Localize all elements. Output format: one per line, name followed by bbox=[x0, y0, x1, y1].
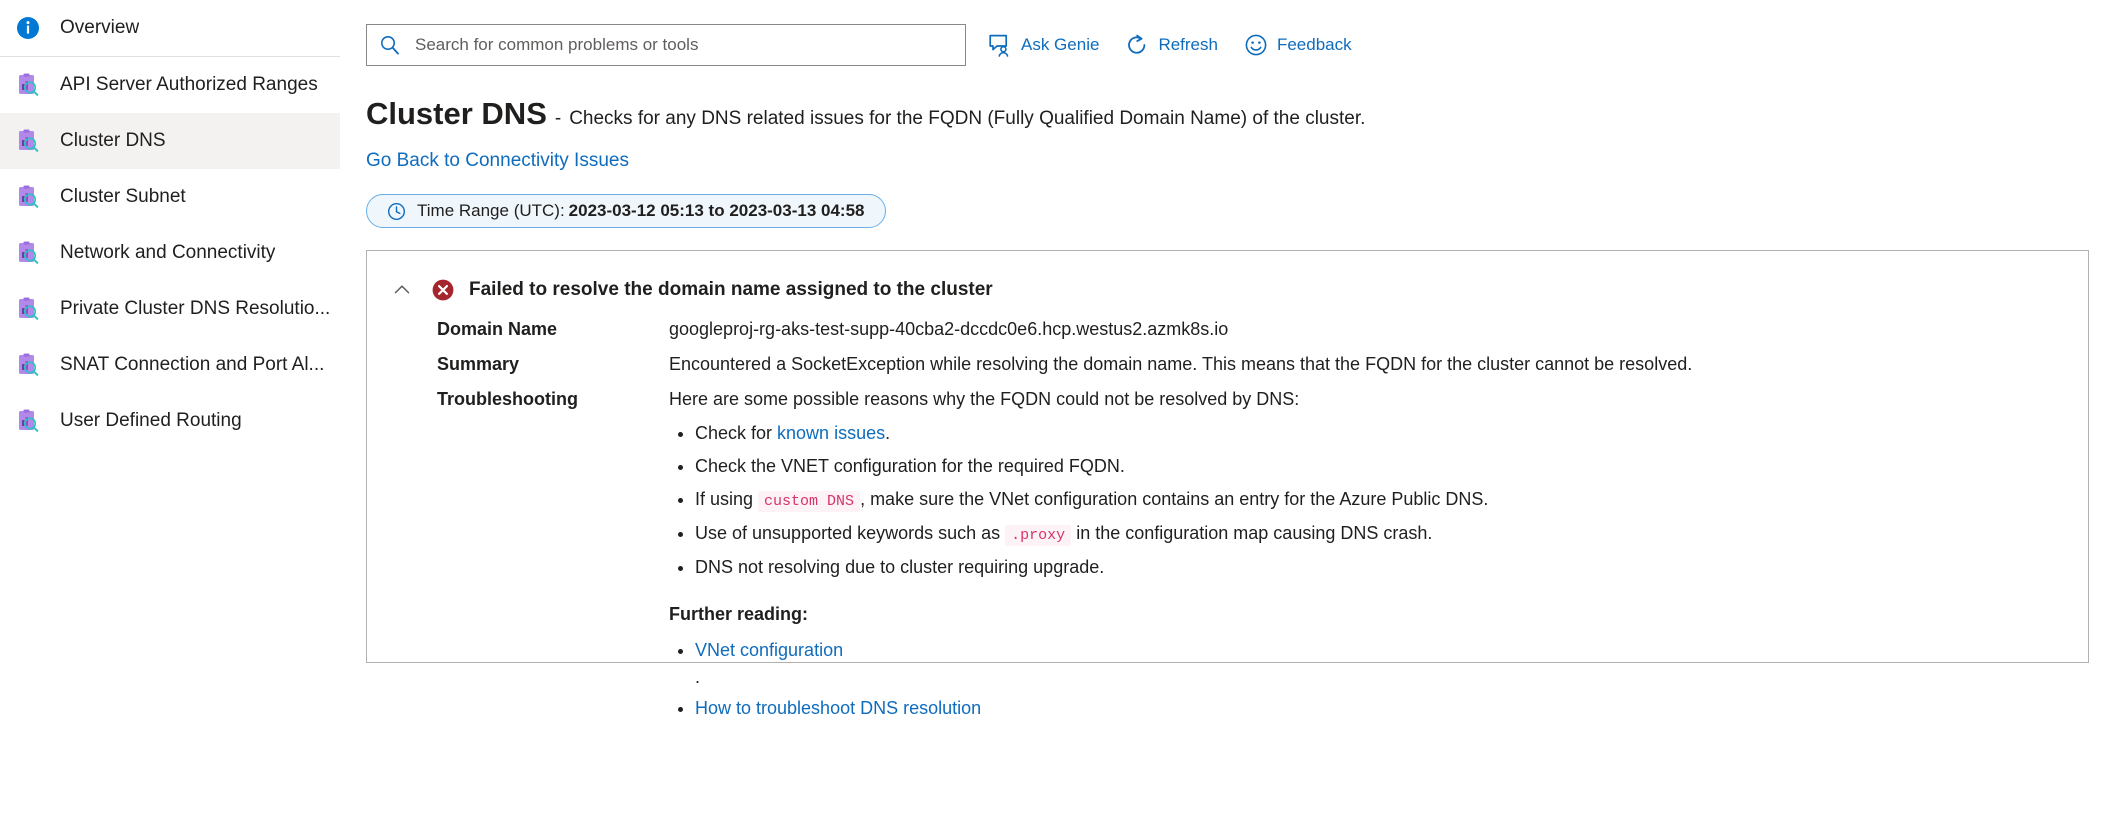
list-item: VNet configuration . bbox=[695, 637, 1488, 691]
list-item: Use of unsupported keywords such as .pro… bbox=[695, 520, 1488, 547]
list-item: Check the VNET configuration for the req… bbox=[695, 453, 1488, 479]
sidebar-item-label: Network and Connectivity bbox=[60, 242, 276, 263]
sidebar-item-label: Overview bbox=[60, 17, 140, 38]
sidebar-item-private-cluster-dns-resolution[interactable]: Private Cluster DNS Resolutio... bbox=[0, 281, 340, 337]
feedback-button[interactable]: Feedback bbox=[1244, 33, 1352, 57]
diagnostic-clipboard-icon bbox=[14, 127, 42, 155]
vnet-configuration-link[interactable]: VNet configuration bbox=[695, 640, 843, 660]
search-input[interactable] bbox=[413, 34, 953, 56]
search-icon bbox=[379, 34, 401, 56]
diagnostic-clipboard-icon bbox=[14, 183, 42, 211]
page-header: Cluster DNS - Checks for any DNS related… bbox=[366, 96, 2115, 132]
main-content: Ask Genie Refresh bbox=[340, 0, 2115, 819]
troubleshooting-bullet-list: Check for known issues. Check the VNET c… bbox=[669, 420, 1488, 580]
sidebar-item-cluster-subnet[interactable]: Cluster Subnet bbox=[0, 169, 340, 225]
sidebar-item-snat-connection-and-port-allocation[interactable]: SNAT Connection and Port Al... bbox=[0, 337, 340, 393]
time-range-pill[interactable]: Time Range (UTC): 2023-03-12 05:13 to 20… bbox=[366, 194, 886, 228]
ask-genie-button[interactable]: Ask Genie bbox=[988, 33, 1099, 57]
further-reading-heading: Further reading: bbox=[669, 603, 809, 624]
page-title-separator: - bbox=[554, 108, 562, 129]
detail-value: googleproj-rg-aks-test-supp-40cba2-dccdc… bbox=[669, 319, 1229, 339]
result-title: Failed to resolve the domain name assign… bbox=[469, 279, 993, 300]
time-range-value: 2023-03-12 05:13 to 2023-03-13 04:58 bbox=[568, 201, 865, 220]
time-range-label: Time Range (UTC): bbox=[417, 201, 565, 220]
further-reading-trailing-dot: . bbox=[695, 666, 701, 687]
info-circle-icon bbox=[14, 14, 42, 42]
toolbar: Ask Genie Refresh bbox=[366, 0, 2115, 72]
detail-row-troubleshooting: Troubleshooting Here are some possible r… bbox=[367, 389, 2088, 726]
bullet-text-post: . bbox=[885, 423, 891, 443]
search-box[interactable] bbox=[366, 24, 966, 66]
refresh-label: Refresh bbox=[1158, 35, 1218, 54]
app-root: Overview API Server Authorized Ranges Cl… bbox=[0, 0, 2115, 819]
sidebar-item-label: API Server Authorized Ranges bbox=[60, 74, 318, 95]
diagnostic-clipboard-icon bbox=[14, 239, 42, 267]
list-item: Check for known issues. bbox=[695, 420, 1488, 446]
inline-code-proxy: .proxy bbox=[1005, 524, 1072, 546]
inline-code-custom-dns: custom DNS bbox=[758, 491, 861, 513]
sidebar-item-overview[interactable]: Overview bbox=[0, 0, 340, 56]
page-title: Cluster DNS bbox=[366, 96, 547, 131]
feedback-smiley-icon bbox=[1244, 33, 1268, 57]
sidebar-item-network-and-connectivity[interactable]: Network and Connectivity bbox=[0, 225, 340, 281]
troubleshoot-dns-resolution-link[interactable]: How to troubleshoot DNS resolution bbox=[695, 698, 981, 718]
result-detail-rows: Domain Name googleproj-rg-aks-test-supp-… bbox=[367, 319, 2088, 726]
sidebar-item-label: User Defined Routing bbox=[60, 410, 242, 431]
sidebar: Overview API Server Authorized Ranges Cl… bbox=[0, 0, 363, 819]
result-header: Failed to resolve the domain name assign… bbox=[367, 277, 2088, 303]
refresh-icon bbox=[1125, 33, 1149, 57]
detail-label: Summary bbox=[437, 354, 520, 374]
refresh-button[interactable]: Refresh bbox=[1125, 33, 1218, 57]
bullet-text-pre: Use of unsupported keywords such as bbox=[695, 522, 1006, 543]
ask-genie-label: Ask Genie bbox=[1021, 35, 1100, 54]
detail-label: Domain Name bbox=[437, 319, 558, 339]
bullet-text-post: in the configuration map causing DNS cra… bbox=[1071, 522, 1433, 543]
feedback-label: Feedback bbox=[1276, 35, 1352, 54]
sidebar-item-user-defined-routing[interactable]: User Defined Routing bbox=[0, 393, 340, 449]
sidebar-item-cluster-dns[interactable]: Cluster DNS bbox=[0, 113, 340, 169]
page-subtitle: Checks for any DNS related issues for th… bbox=[569, 108, 1366, 129]
ask-genie-icon bbox=[988, 33, 1012, 57]
diagnostic-clipboard-icon bbox=[14, 407, 42, 435]
diagnostic-clipboard-icon bbox=[14, 351, 42, 379]
sidebar-item-label: SNAT Connection and Port Al... bbox=[60, 354, 325, 375]
bullet-text-pre: Check the VNET configuration for the req… bbox=[695, 456, 1125, 477]
detail-label: Troubleshooting bbox=[437, 389, 578, 409]
bullet-text-pre: If using bbox=[695, 489, 759, 510]
sidebar-item-label: Private Cluster DNS Resolutio... bbox=[60, 298, 331, 319]
diagnostic-result-panel: Failed to resolve the domain name assign… bbox=[366, 250, 2089, 718]
diagnostic-clipboard-icon bbox=[14, 71, 42, 99]
list-item: DNS not resolving due to cluster requiri… bbox=[695, 554, 1488, 580]
detail-row-domain-name: Domain Name googleproj-rg-aks-test-supp-… bbox=[367, 319, 2088, 340]
further-reading-list: VNet configuration . How to troubleshoot… bbox=[669, 637, 1488, 722]
error-circle-icon bbox=[431, 278, 455, 302]
detail-row-summary: Summary Encountered a SocketException wh… bbox=[367, 354, 2088, 375]
go-back-link[interactable]: Go Back to Connectivity Issues bbox=[366, 150, 629, 172]
list-item: If using custom DNS, make sure the VNet … bbox=[695, 486, 1488, 513]
bullet-text-post: , make sure the VNet configuration conta… bbox=[860, 489, 1489, 510]
detail-value: Encountered a SocketException while reso… bbox=[669, 354, 1693, 374]
list-item: How to troubleshoot DNS resolution bbox=[695, 695, 1488, 722]
diagnostic-clipboard-icon bbox=[14, 295, 42, 323]
bullet-text-pre: DNS not resolving due to cluster requiri… bbox=[695, 556, 1105, 577]
bullet-text-pre: Check for bbox=[695, 423, 778, 443]
troubleshooting-intro: Here are some possible reasons why the F… bbox=[669, 389, 1300, 409]
sidebar-item-api-server-authorized-ranges[interactable]: API Server Authorized Ranges bbox=[0, 57, 340, 113]
clock-icon bbox=[387, 202, 406, 221]
chevron-up-icon[interactable] bbox=[389, 277, 415, 303]
sidebar-item-label: Cluster DNS bbox=[60, 130, 166, 151]
known-issues-link[interactable]: known issues bbox=[777, 423, 885, 443]
sidebar-item-label: Cluster Subnet bbox=[60, 186, 186, 207]
troubleshooting-body: Here are some possible reasons why the F… bbox=[669, 389, 1488, 726]
